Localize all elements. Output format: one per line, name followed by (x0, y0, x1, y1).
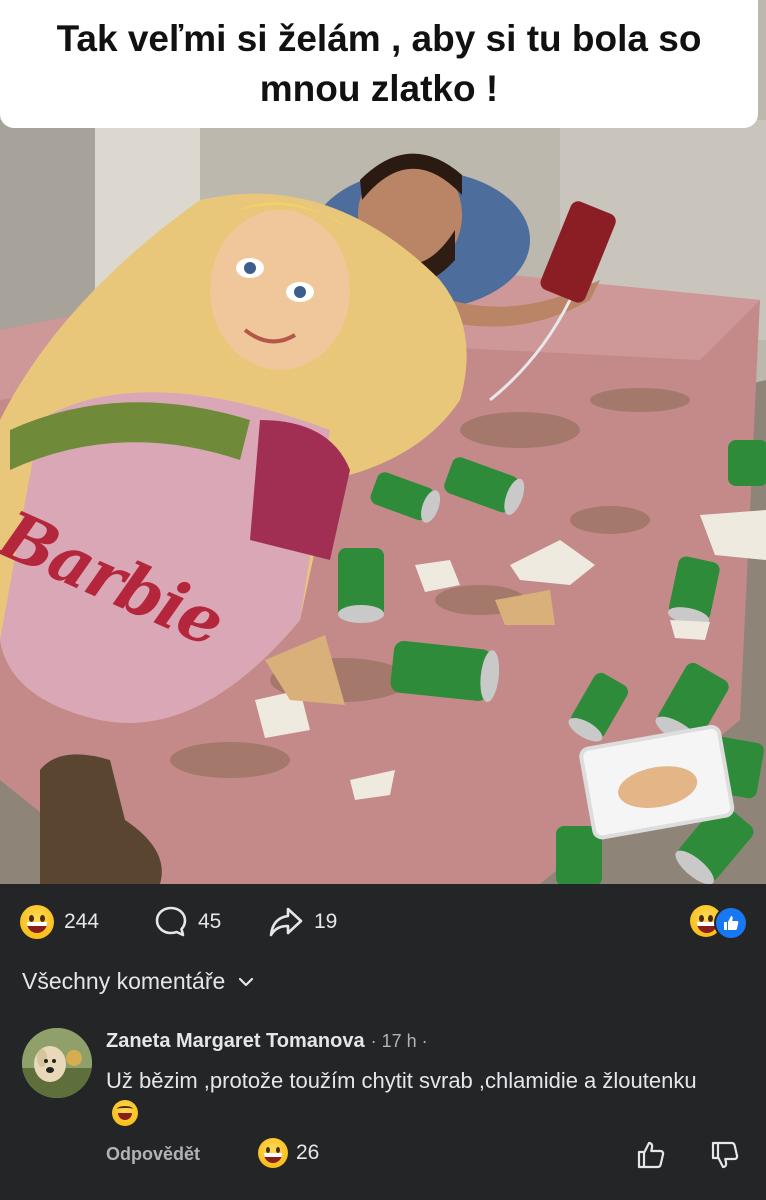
like-badge-icon (714, 906, 748, 940)
thumbs-up-icon[interactable] (636, 1140, 666, 1170)
rofl-emoji-icon (112, 1100, 138, 1126)
comment-header: Zaneta Margaret Tomanova · 17 h · (106, 1030, 428, 1053)
comment-body: Už bězim ,protože toužím chytit svrab ,c… (106, 1064, 726, 1132)
comments-filter-label: Všechny komentáře (22, 968, 226, 994)
reply-button[interactable]: Odpovědět (106, 1144, 200, 1165)
comment-author[interactable]: Zaneta Margaret Tomanova (106, 1030, 365, 1053)
share-arrow-icon (269, 907, 303, 937)
meme-photo (0, 0, 766, 884)
reactions-count: 244 (64, 910, 100, 933)
comment-reactions[interactable]: 26 (258, 1138, 319, 1168)
comments-count: 45 (198, 910, 222, 933)
comments-stat[interactable]: 45 (154, 904, 221, 940)
avatar[interactable] (22, 1028, 92, 1098)
comment-bubble-icon (155, 906, 187, 937)
chevron-down-icon (239, 977, 254, 986)
grinning-emoji-icon (20, 905, 54, 939)
comment: Zaneta Margaret Tomanova · 17 h · Už běz… (0, 1022, 766, 1200)
post-image[interactable]: Tak veľmi si želám , aby si tu bola so m… (0, 0, 766, 884)
shares-stat[interactable]: 19 (268, 904, 337, 940)
thumbs-down-icon[interactable] (710, 1140, 740, 1170)
post-stats-bar: 244 45 19 (0, 884, 766, 960)
comment-text: Už bězim ,protože toužím chytit svrab ,c… (106, 1068, 697, 1093)
reactions-stat[interactable]: 244 (20, 904, 99, 940)
comments-filter[interactable]: Všechny komentáře (22, 968, 255, 995)
shares-count: 19 (314, 910, 338, 933)
meme-caption-text: Tak veľmi si želám , aby si tu bola so m… (56, 18, 702, 109)
meme-caption: Tak veľmi si želám , aby si tu bola so m… (0, 0, 758, 128)
reaction-types[interactable] (690, 904, 748, 940)
grinning-emoji-icon (258, 1138, 288, 1168)
comment-actions: Odpovědět 26 (106, 1138, 746, 1174)
comment-timestamp: · 17 h · (370, 1031, 428, 1051)
comment-reaction-count: 26 (296, 1141, 320, 1164)
